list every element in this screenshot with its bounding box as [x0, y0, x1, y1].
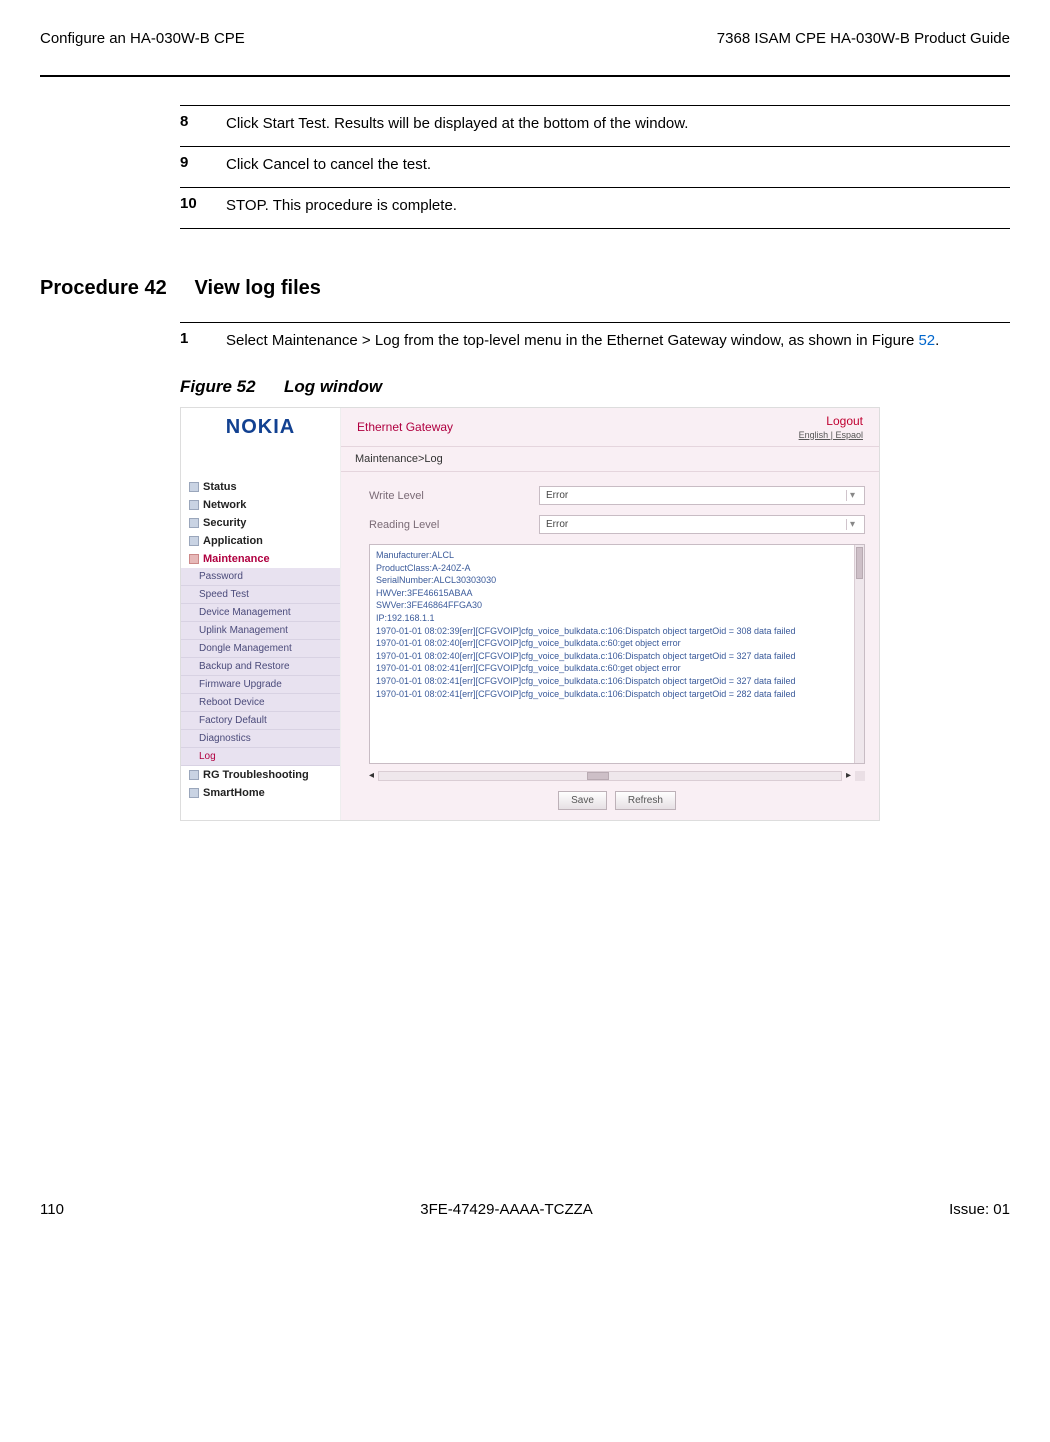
logo-area: NOKIA — [181, 408, 341, 447]
plus-icon — [189, 518, 199, 528]
procedure-steps: 1 Select Maintenance > Log from the top-… — [180, 322, 1010, 363]
header-left: Configure an HA-030W-B CPE — [40, 30, 245, 47]
footer-page: 110 — [40, 1201, 64, 1218]
minus-icon — [189, 554, 199, 564]
log-line: 1970-01-01 08:02:40[err][CFGVOIP]cfg_voi… — [376, 650, 858, 663]
step-number: 1 — [180, 330, 226, 351]
nav-password[interactable]: Password — [181, 568, 340, 586]
reading-level-row: Reading Level Error ▾ — [369, 515, 865, 534]
write-level-label: Write Level — [369, 490, 539, 502]
step-text: Click Start Test. Results will be displa… — [226, 113, 1010, 134]
nav-rg-troubleshooting[interactable]: RG Troubleshooting — [181, 766, 340, 784]
write-level-row: Write Level Error ▾ — [369, 486, 865, 505]
step-text-after: . — [935, 332, 939, 349]
log-line: SWVer:3FE46864FFGA30 — [376, 599, 858, 612]
plus-icon — [189, 500, 199, 510]
nav-factory-default[interactable]: Factory Default — [181, 712, 340, 730]
vertical-scrollbar[interactable] — [854, 545, 864, 763]
nav-device-management[interactable]: Device Management — [181, 604, 340, 622]
step-text: Click Cancel to cancel the test. — [226, 154, 1010, 175]
plus-icon — [189, 770, 199, 780]
step-number: 10 — [180, 195, 226, 216]
write-level-select[interactable]: Error ▾ — [539, 486, 865, 505]
scroll-left-icon[interactable]: ◂ — [369, 770, 374, 781]
procedure-heading: Procedure 42 View log files — [40, 277, 1010, 300]
nav-application[interactable]: Application — [181, 532, 340, 550]
nav-uplink-management[interactable]: Uplink Management — [181, 622, 340, 640]
app-title: Ethernet Gateway — [357, 420, 453, 434]
resize-grip-icon[interactable] — [855, 771, 865, 781]
horizontal-scroll-row: ◂ ▸ — [369, 770, 865, 781]
step-row: 9 Click Cancel to cancel the test. — [180, 147, 1010, 187]
step-text: STOP. This procedure is complete. — [226, 195, 1010, 216]
figure-title: Log window — [284, 377, 382, 396]
step-number: 9 — [180, 154, 226, 175]
log-line: IP:192.168.1.1 — [376, 612, 858, 625]
log-line: SerialNumber:ALCL30303030 — [376, 574, 858, 587]
scroll-right-icon[interactable]: ▸ — [846, 770, 851, 781]
nav-maintenance[interactable]: Maintenance — [181, 550, 340, 568]
reading-level-label: Reading Level — [369, 519, 539, 531]
figure-link[interactable]: 52 — [918, 332, 935, 349]
language-links[interactable]: English | Espaol — [799, 430, 863, 440]
header-rule — [40, 75, 1010, 77]
nav-network[interactable]: Network — [181, 496, 340, 514]
step-row: 10 STOP. This procedure is complete. — [180, 188, 1010, 228]
chevron-down-icon: ▾ — [846, 519, 858, 530]
header-right: 7368 ISAM CPE HA-030W-B Product Guide — [717, 30, 1010, 47]
nav-diagnostics[interactable]: Diagnostics — [181, 730, 340, 748]
screenshot-log-window: NOKIA Ethernet Gateway Logout English | … — [180, 407, 880, 821]
nav-firmware-upgrade[interactable]: Firmware Upgrade — [181, 676, 340, 694]
refresh-button[interactable]: Refresh — [615, 791, 676, 810]
log-line: HWVer:3FE46615ABAA — [376, 587, 858, 600]
nav-dongle-management[interactable]: Dongle Management — [181, 640, 340, 658]
log-line: 1970-01-01 08:02:41[err][CFGVOIP]cfg_voi… — [376, 662, 858, 675]
step-number: 8 — [180, 113, 226, 134]
nav-smarthome[interactable]: SmartHome — [181, 784, 340, 802]
footer-issue: Issue: 01 — [949, 1201, 1010, 1218]
doc-header: Configure an HA-030W-B CPE 7368 ISAM CPE… — [40, 30, 1010, 47]
nav-status[interactable]: Status — [181, 478, 340, 496]
procedure-title: View log files — [195, 277, 321, 299]
log-line: 1970-01-01 08:02:39[err][CFGVOIP]cfg_voi… — [376, 625, 858, 638]
nav-reboot-device[interactable]: Reboot Device — [181, 694, 340, 712]
figure-heading: Figure 52 Log window — [180, 377, 1010, 397]
log-textarea[interactable]: Manufacturer:ALCL ProductClass:A-240Z-A … — [369, 544, 865, 764]
plus-icon — [189, 788, 199, 798]
log-line: 1970-01-01 08:02:41[err][CFGVOIP]cfg_voi… — [376, 688, 858, 701]
step-text: Select Maintenance > Log from the top-le… — [226, 330, 1010, 351]
nav-backup-restore[interactable]: Backup and Restore — [181, 658, 340, 676]
plus-icon — [189, 536, 199, 546]
title-bar: Ethernet Gateway Logout English | Espaol — [341, 408, 879, 447]
sidebar-nav: Status Network Security Application Main… — [181, 472, 341, 820]
reading-level-value: Error — [546, 519, 568, 530]
step-text-before: Select Maintenance > Log from the top-le… — [226, 332, 918, 349]
figure-label: Figure 52 — [180, 377, 256, 396]
step-row: 1 Select Maintenance > Log from the top-… — [180, 323, 1010, 363]
plus-icon — [189, 482, 199, 492]
footer-docid: 3FE-47429-AAAA-TCZZA — [420, 1201, 593, 1218]
steps-section: 8 Click Start Test. Results will be disp… — [180, 105, 1010, 229]
button-row: Save Refresh — [369, 791, 865, 810]
logout-link[interactable]: Logout — [799, 414, 863, 428]
write-level-value: Error — [546, 490, 568, 501]
horizontal-scrollbar[interactable] — [378, 771, 842, 781]
content-pane: Write Level Error ▾ Reading Level Error … — [341, 472, 879, 820]
step-row: 8 Click Start Test. Results will be disp… — [180, 106, 1010, 146]
step-rule — [180, 228, 1010, 229]
nokia-logo: NOKIA — [226, 416, 295, 439]
log-line: Manufacturer:ALCL — [376, 549, 858, 562]
log-line: ProductClass:A-240Z-A — [376, 562, 858, 575]
log-line: 1970-01-01 08:02:41[err][CFGVOIP]cfg_voi… — [376, 675, 858, 688]
doc-footer: 110 3FE-47429-AAAA-TCZZA Issue: 01 — [0, 1201, 1050, 1242]
nav-log[interactable]: Log — [181, 748, 340, 766]
chevron-down-icon: ▾ — [846, 490, 858, 501]
breadcrumb: Maintenance>Log — [341, 447, 879, 472]
log-line: 1970-01-01 08:02:40[err][CFGVOIP]cfg_voi… — [376, 637, 858, 650]
procedure-label: Procedure 42 — [40, 277, 167, 299]
save-button[interactable]: Save — [558, 791, 607, 810]
nav-security[interactable]: Security — [181, 514, 340, 532]
nav-speed-test[interactable]: Speed Test — [181, 586, 340, 604]
reading-level-select[interactable]: Error ▾ — [539, 515, 865, 534]
